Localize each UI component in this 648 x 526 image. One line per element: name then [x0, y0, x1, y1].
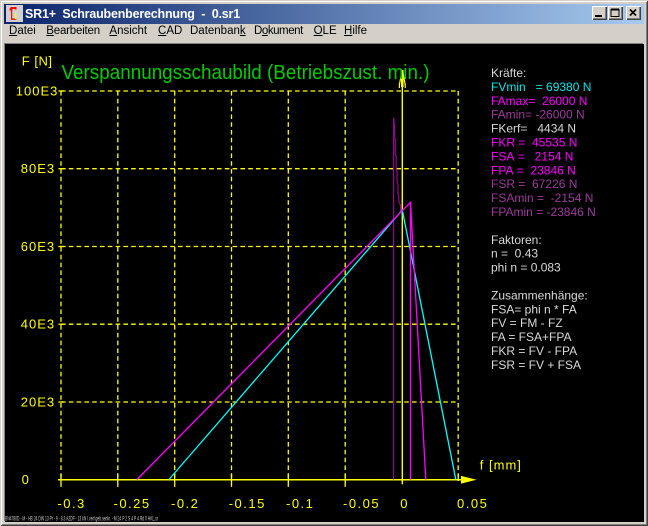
svg-text:FKR = FV - FPA: FKR = FV - FPA	[491, 344, 577, 358]
svg-text:FSA= phi n * FA: FSA= phi n * FA	[491, 302, 577, 316]
svg-text:n = 0.43: n = 0.43	[491, 247, 538, 261]
svg-text:FA = FSA+FPA: FA = FSA+FPA	[491, 330, 571, 344]
svg-text:-0.2: -0.2	[171, 496, 199, 511]
svg-text:80E3: 80E3	[21, 161, 55, 176]
svg-text:-0.15: -0.15	[229, 496, 266, 511]
svg-text:FSR = 67226 N: FSR = 67226 N	[491, 177, 577, 191]
svg-text:FSAmin = -2154 N: FSAmin = -2154 N	[491, 191, 593, 205]
svg-text:0.05: 0.05	[457, 496, 488, 511]
svg-text:Zusammenhänge:: Zusammenhänge:	[491, 288, 588, 302]
svg-text:-0.1: -0.1	[286, 496, 314, 511]
svg-text:FAmin= -26000 N: FAmin= -26000 N	[491, 108, 585, 122]
svg-text:FAmax= 26000 N: FAmax= 26000 N	[491, 94, 587, 108]
svg-text:FVmin = 69380 N: FVmin = 69380 N	[491, 80, 591, 94]
svg-text:FSA = 2154 N: FSA = 2154 N	[491, 149, 573, 163]
svg-text:20E3: 20E3	[21, 395, 55, 410]
svg-text:FKR = 45535 N: FKR = 45535 N	[491, 136, 577, 150]
svg-text:FSR = FV + FSA: FSR = FV + FSA	[491, 358, 581, 372]
svg-text:phi n = 0.083: phi n = 0.083	[491, 261, 561, 275]
svg-text:FKerf= 4434 N: FKerf= 4434 N	[491, 122, 576, 136]
svg-text:Faktoren:: Faktoren:	[491, 233, 542, 247]
svg-text:-0.3: -0.3	[57, 496, 85, 511]
svg-text:-0.05: -0.05	[343, 496, 380, 511]
svg-text:100E3: 100E3	[16, 83, 59, 98]
svg-text:Kräfte:: Kräfte:	[491, 66, 526, 80]
svg-text:0: 0	[22, 472, 30, 487]
svg-text:-0.25: -0.25	[114, 496, 151, 511]
svg-text:FPA = 23846 N: FPA = 23846 N	[491, 163, 576, 177]
svg-text:60E3: 60E3	[21, 239, 55, 254]
svg-text:FV = FM - FZ: FV = FM - FZ	[491, 316, 563, 330]
svg-text:40E3: 40E3	[21, 317, 55, 332]
svg-text:0: 0	[400, 496, 409, 511]
svg-text:BN4780D - M - HB 24 DIN 13 Pr: BN4780D - M - HB 24 DIN 13 Pr - 9 - 8.3 …	[5, 516, 158, 523]
svg-text:f [mm]: f [mm]	[480, 458, 522, 473]
svg-text:Verspannungsschaubild (Betrieb: Verspannungsschaubild (Betriebszust. min…	[62, 62, 430, 84]
svg-text:FPAmin = -23846 N: FPAmin = -23846 N	[491, 205, 596, 219]
svg-text:F [N]: F [N]	[22, 53, 53, 68]
